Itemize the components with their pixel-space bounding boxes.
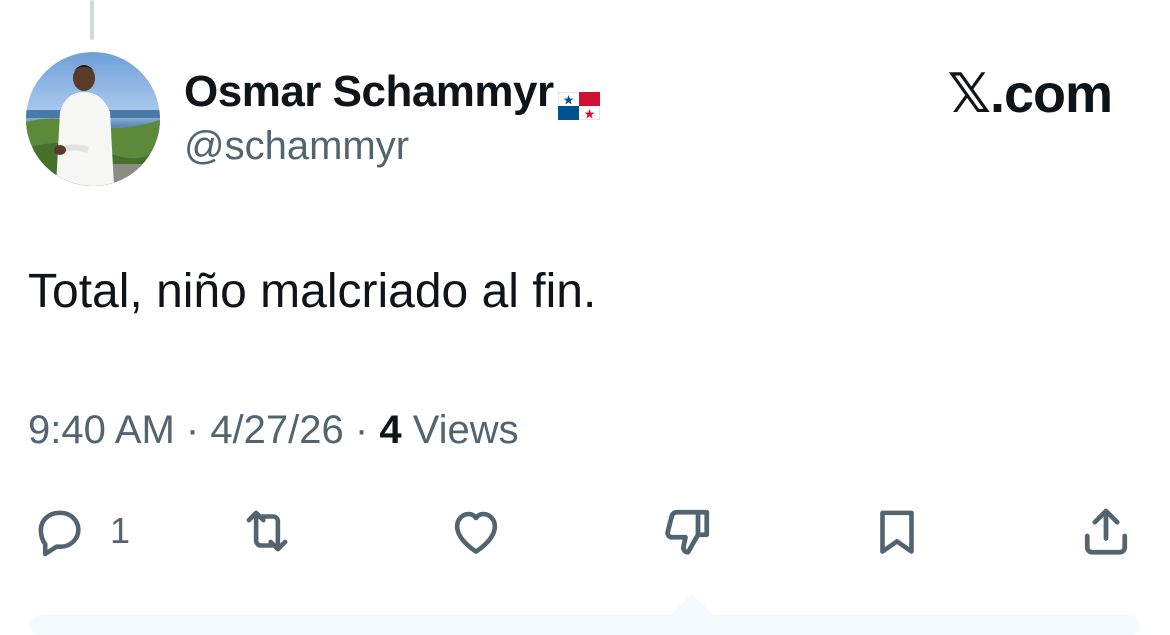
display-name-text: Osmar Schammyr bbox=[184, 67, 554, 116]
reply-count: 1 bbox=[110, 510, 131, 551]
heart-icon bbox=[454, 511, 498, 554]
retweet-button[interactable] bbox=[236, 500, 298, 562]
reply-composer-notch bbox=[670, 594, 714, 616]
reply-composer-edge bbox=[30, 615, 1140, 635]
thumbs-down-icon bbox=[665, 509, 710, 555]
views-count: 4 bbox=[379, 408, 402, 452]
user-handle[interactable]: @schammyr bbox=[184, 122, 409, 170]
x-brand-watermark: 𝕏.com bbox=[947, 64, 1113, 124]
share-button[interactable] bbox=[1076, 500, 1136, 562]
share-icon bbox=[1084, 508, 1128, 555]
separator: · bbox=[343, 408, 380, 452]
separator: · bbox=[174, 408, 211, 452]
dislike-button[interactable] bbox=[658, 500, 718, 562]
thread-connector-line bbox=[90, 0, 94, 40]
tweet-text: Total, niño malcriado al fin. bbox=[28, 265, 597, 318]
bookmark-icon bbox=[880, 510, 914, 554]
reply-button[interactable]: 1 bbox=[30, 500, 130, 562]
views-label: Views bbox=[401, 408, 519, 452]
bookmark-button[interactable] bbox=[868, 500, 926, 562]
tweet-metadata: 9:40 AM · 4/27/26 · 4 Views bbox=[28, 406, 519, 454]
tweet-date[interactable]: 4/27/26 bbox=[210, 408, 343, 452]
reply-icon bbox=[38, 510, 81, 557]
display-name[interactable]: Osmar Schammyr bbox=[184, 66, 601, 121]
retweet-icon bbox=[246, 510, 288, 552]
like-button[interactable] bbox=[446, 500, 506, 562]
avatar[interactable] bbox=[26, 52, 160, 186]
tweet-time[interactable]: 9:40 AM bbox=[28, 408, 175, 452]
panama-flag-icon bbox=[557, 80, 601, 121]
